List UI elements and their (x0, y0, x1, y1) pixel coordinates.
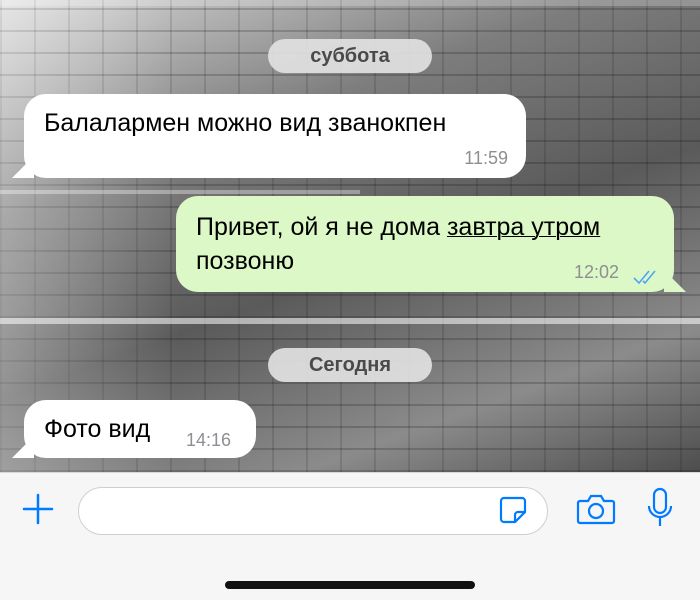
date-separator: Сегодня (268, 348, 432, 382)
date-separator: суббота (268, 39, 432, 73)
message-input-bar (0, 472, 700, 600)
camera-button[interactable] (574, 491, 618, 531)
home-indicator (225, 581, 475, 589)
message-time: 14:16 (186, 430, 232, 450)
message-text-line2: позвоню (196, 247, 295, 275)
date-link[interactable]: завтра утром (447, 213, 600, 241)
incoming-message[interactable]: Фото вид 14:16 (24, 400, 256, 458)
microphone-button[interactable] (644, 487, 676, 533)
message-input[interactable] (78, 487, 548, 535)
message-text: Балалармен можно вид званокпен (44, 109, 447, 137)
read-checkmarks-icon (632, 260, 658, 295)
sticker-icon (498, 495, 528, 530)
message-text: Привет, ой я не дома завтра утром (196, 210, 600, 245)
microphone-icon (646, 487, 674, 534)
message-time: 12:02 (574, 262, 620, 282)
outgoing-message[interactable]: Привет, ой я не дома завтра утром позвон… (176, 196, 674, 292)
incoming-message[interactable]: Балалармен можно вид званокпен 11:59 (24, 94, 526, 178)
camera-icon (576, 493, 616, 530)
plus-icon (21, 492, 55, 531)
message-text: Фото вид (44, 415, 151, 443)
message-time: 11:59 (464, 148, 508, 168)
chat-background: суббота Балалармен можно вид званокпен 1… (0, 0, 700, 472)
sticker-button[interactable] (496, 495, 530, 529)
message-text-part: Привет, ой я не дома (196, 213, 447, 241)
date-separator-label: Сегодня (308, 353, 392, 376)
attach-button[interactable] (18, 491, 58, 531)
date-separator-label: суббота (310, 44, 390, 67)
